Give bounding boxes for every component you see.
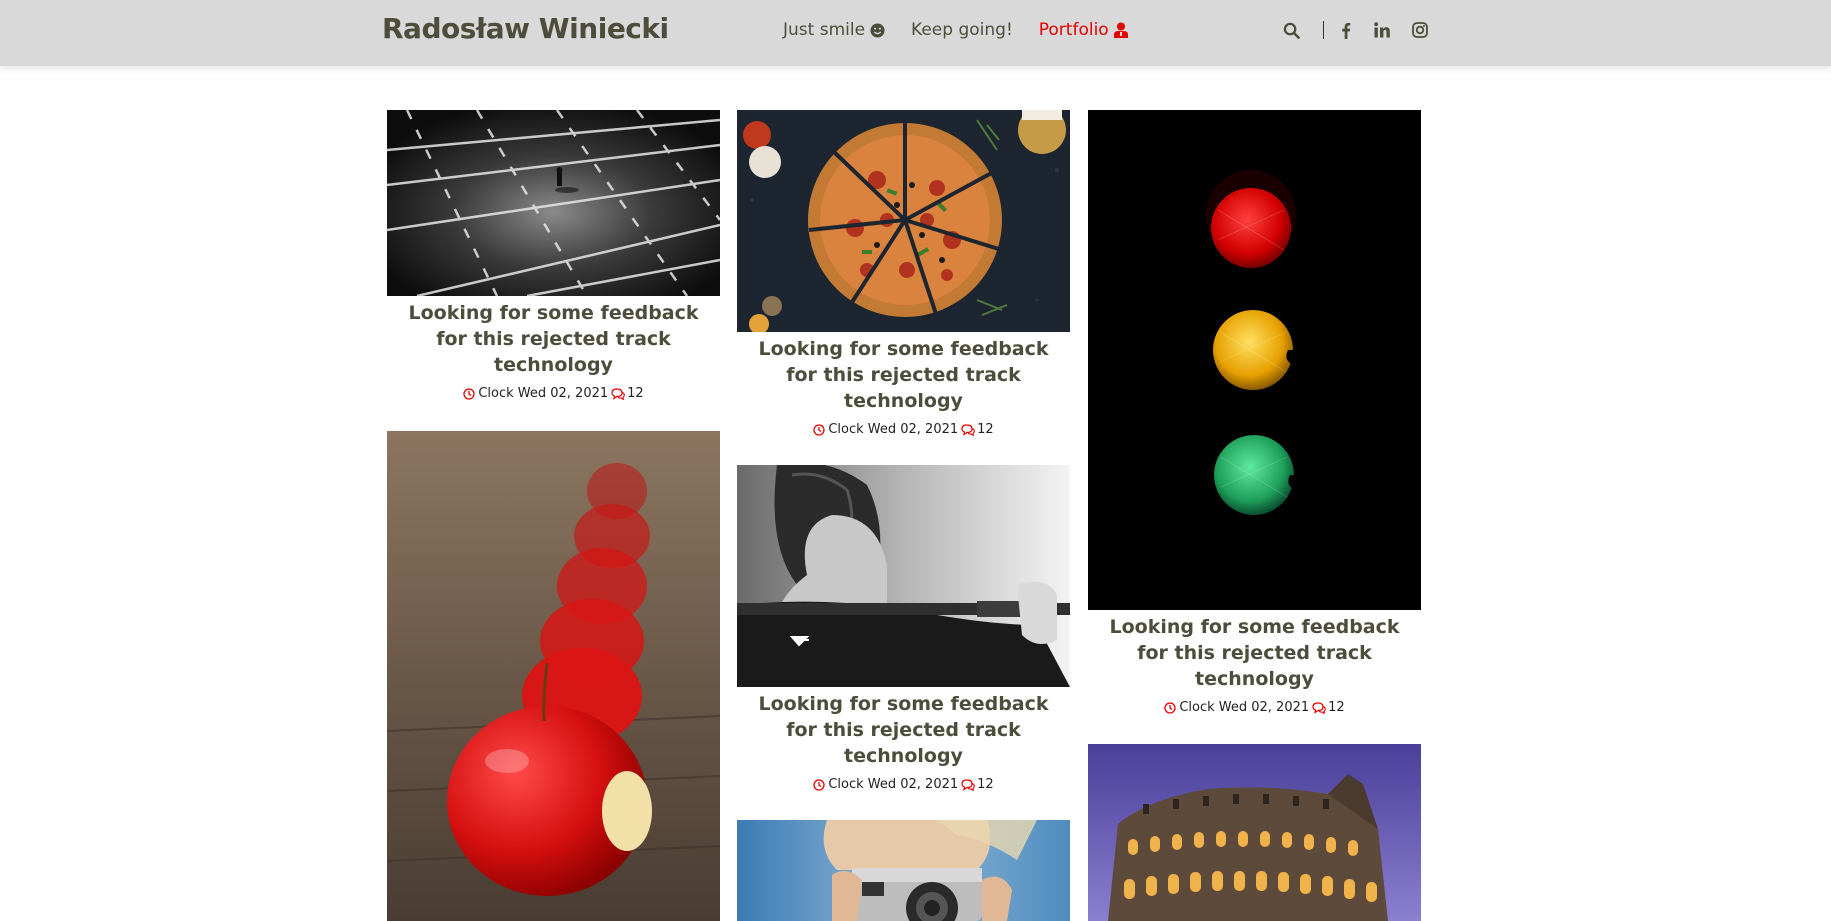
post-meta: Clock Wed 02, 2021 12: [1088, 700, 1421, 715]
post-card[interactable]: Looking for some feedback for this rejec…: [737, 465, 1070, 792]
post-meta: Clock Wed 02, 2021 12: [737, 422, 1070, 437]
site-brand[interactable]: Radosław Winiecki: [382, 12, 669, 45]
post-card[interactable]: [1088, 744, 1421, 921]
clock-icon: [813, 423, 825, 436]
site-header: Radosław Winiecki Just smile Keep going!…: [0, 0, 1831, 66]
comments-icon: [961, 423, 975, 436]
clock-icon: [813, 778, 825, 791]
post-card[interactable]: Looking for some feedback for this rejec…: [387, 110, 720, 401]
parking-lot-photo[interactable]: [387, 110, 720, 296]
post-date: Clock Wed 02, 2021: [828, 422, 959, 437]
facebook-icon[interactable]: [1336, 19, 1356, 41]
traffic-light-photo[interactable]: [1088, 110, 1421, 610]
post-title[interactable]: Looking for some feedback for this rejec…: [1088, 610, 1421, 692]
post-card[interactable]: [737, 820, 1070, 921]
nav-label: Just smile: [783, 20, 866, 40]
post-meta: Clock Wed 02, 2021 12: [737, 777, 1070, 792]
post-title[interactable]: Looking for some feedback for this rejec…: [737, 687, 1070, 769]
nav-item-portfolio[interactable]: Portfolio: [1039, 20, 1128, 40]
post-comment-count: 12: [1328, 700, 1345, 715]
apples-photo[interactable]: [387, 431, 720, 921]
post-meta: Clock Wed 02, 2021 12: [387, 386, 720, 401]
comments-icon: [611, 387, 625, 400]
post-title[interactable]: Looking for some feedback for this rejec…: [387, 296, 720, 378]
weightlifting-photo[interactable]: [737, 465, 1070, 687]
post-title[interactable]: Looking for some feedback for this rejec…: [737, 332, 1070, 414]
header-divider: [1323, 21, 1324, 39]
nav-item-just-smile[interactable]: Just smile: [783, 20, 885, 40]
nav-label: Keep going!: [911, 20, 1013, 40]
main-nav: Just smile Keep going! Portfolio: [783, 20, 1154, 40]
header-tools: [1281, 19, 1430, 41]
post-grid: Looking for some feedback for this rejec…: [0, 0, 1831, 921]
colosseum-photo[interactable]: [1088, 744, 1421, 921]
nav-item-keep-going[interactable]: Keep going!: [911, 20, 1013, 40]
pizza-photo[interactable]: [737, 110, 1070, 332]
post-date: Clock Wed 02, 2021: [1179, 700, 1310, 715]
post-card[interactable]: Looking for some feedback for this rejec…: [1088, 110, 1421, 715]
post-comment-count: 12: [627, 386, 644, 401]
clock-icon: [463, 387, 475, 400]
post-comment-count: 12: [977, 777, 994, 792]
comments-icon: [961, 778, 975, 791]
post-card[interactable]: Looking for some feedback for this rejec…: [737, 110, 1070, 437]
user-icon: [1113, 22, 1128, 38]
linkedin-icon[interactable]: [1372, 19, 1392, 41]
post-date: Clock Wed 02, 2021: [828, 777, 959, 792]
post-card[interactable]: [387, 431, 720, 921]
post-comment-count: 12: [977, 422, 994, 437]
instagram-icon[interactable]: [1410, 19, 1430, 41]
comments-icon: [1312, 701, 1326, 714]
clock-icon: [1164, 701, 1176, 714]
smile-icon: [870, 22, 885, 38]
post-date: Clock Wed 02, 2021: [478, 386, 609, 401]
nav-label: Portfolio: [1038, 20, 1109, 40]
search-icon[interactable]: [1281, 19, 1301, 41]
camera-photo[interactable]: [737, 820, 1070, 921]
